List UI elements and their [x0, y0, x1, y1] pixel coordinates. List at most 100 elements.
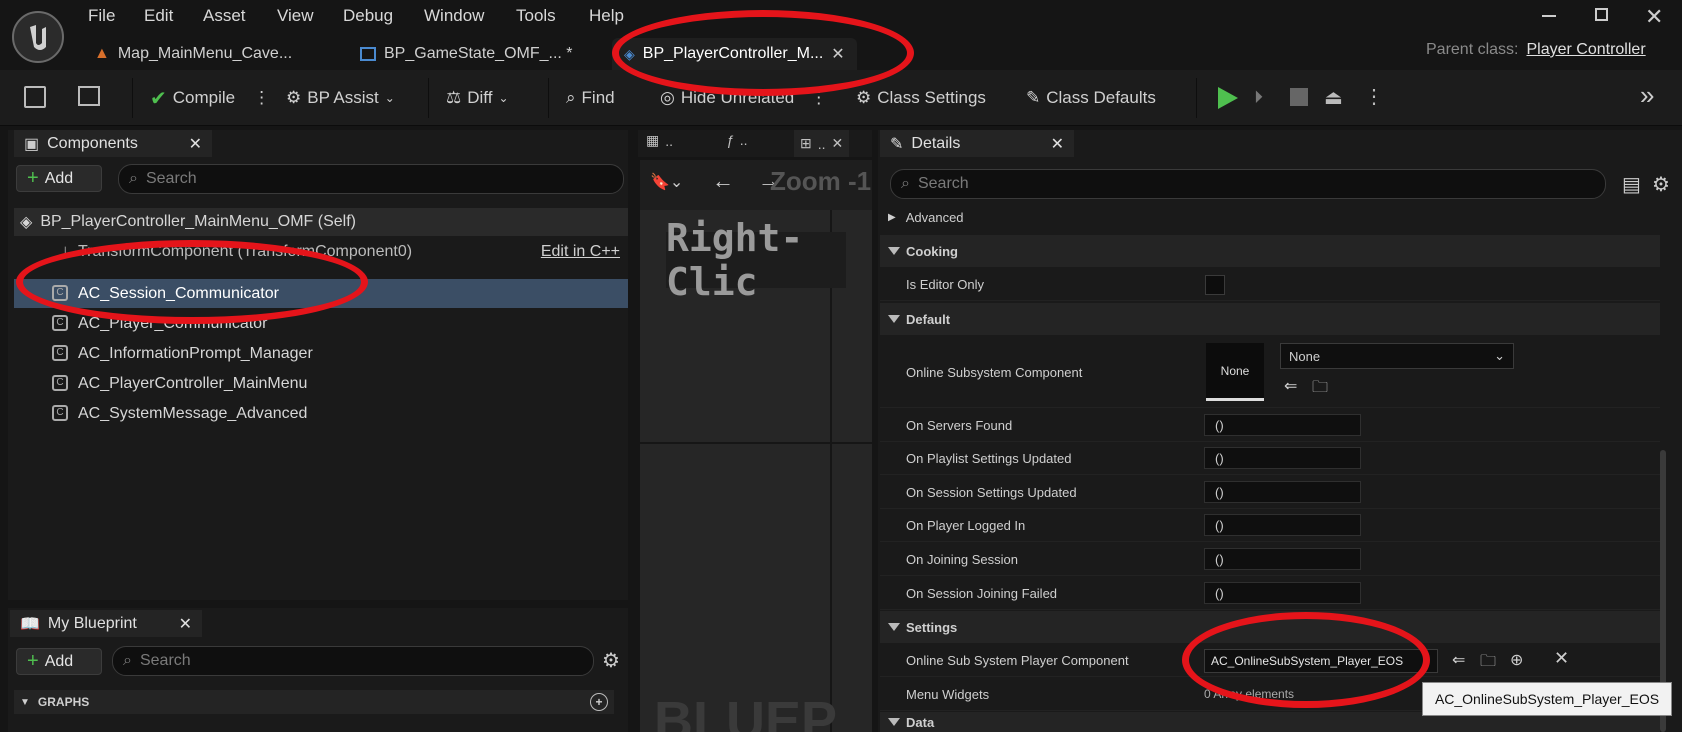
add-graph-icon[interactable]: + [590, 693, 608, 711]
my-blueprint-search-input[interactable]: ⌕ Search [112, 646, 594, 676]
play-icon[interactable] [1218, 87, 1238, 109]
triangle-down-icon [888, 623, 900, 631]
details-search-input[interactable]: ⌕ Search [890, 169, 1606, 199]
more-options-icon[interactable]: ⋮ [1364, 84, 1384, 109]
find-button[interactable]: ⌕ Find [566, 84, 615, 112]
menu-file[interactable]: File [88, 6, 115, 26]
my-blueprint-tab[interactable]: 📖 My Blueprint ✕ [10, 610, 202, 637]
on-servers-found-row: On Servers Found () [880, 409, 1660, 442]
on-session-settings-updated-row: On Session Settings Updated () [880, 476, 1660, 509]
graph-tab-3[interactable]: ⊞.. ✕ [794, 130, 850, 157]
menu-edit[interactable]: Edit [144, 6, 173, 26]
online-subsystem-combo[interactable]: None ⌄ [1280, 343, 1514, 369]
plus-icon: + [27, 650, 39, 672]
online-subsystem-component-row: Online Subsystem Component None None ⌄ ⇐… [880, 336, 1660, 408]
unreal-logo-icon[interactable] [12, 11, 64, 63]
table-view-icon[interactable]: ▤ [1622, 172, 1641, 197]
class-defaults-button[interactable]: ✎ Class Defaults [1026, 84, 1156, 112]
default-category[interactable]: Default [880, 303, 1660, 335]
edit-icon: ✎ [1026, 88, 1041, 107]
actor-component-icon: C [52, 315, 68, 331]
more-options-icon[interactable]: ⋮ [253, 88, 270, 108]
advanced-row[interactable]: ▶ Advanced [880, 204, 1660, 231]
component-item-informationprompt-manager[interactable]: C AC_InformationPrompt_Manager [14, 339, 628, 368]
add-component-button[interactable]: + Add [16, 165, 102, 192]
compile-button[interactable]: ✔ Compile ⋮ [150, 84, 270, 112]
on-joining-session-row: On Joining Session () [880, 543, 1660, 576]
tab-gamestate[interactable]: BP_GameState_OMF_... * [360, 38, 573, 70]
components-tab[interactable]: ▣ Components ✕ [14, 130, 212, 157]
close-tab-icon[interactable]: ✕ [1051, 134, 1064, 154]
menu-help[interactable]: Help [589, 6, 624, 26]
component-item-playercontroller-mainmenu[interactable]: C AC_PlayerController_MainMenu [14, 369, 628, 398]
find-icon: ⌕ [566, 88, 576, 107]
use-selected-icon[interactable]: ⇐ [1284, 376, 1297, 396]
event-graph-icon: ⊞ [800, 135, 812, 151]
gear-icon: ⚙ [286, 88, 302, 107]
cooking-category[interactable]: Cooking [880, 235, 1660, 267]
diff-button[interactable]: ⚖ Diff ⌄ [446, 84, 509, 112]
on-session-settings-updated-value[interactable]: () [1204, 481, 1361, 503]
settings-gear-icon[interactable]: ⚙ [1652, 172, 1670, 197]
edit-in-cpp-link[interactable]: Edit in C++ [541, 243, 620, 261]
asset-thumbnail[interactable]: None [1206, 343, 1264, 401]
search-icon: ⌕ [129, 170, 138, 187]
settings-gear-icon[interactable]: ⚙ [602, 648, 620, 673]
stop-icon[interactable] [1290, 88, 1308, 106]
search-icon: ⌕ [901, 175, 910, 192]
step-icon[interactable]: ⏵ [1254, 87, 1276, 109]
close-tab-icon[interactable]: ✕ [189, 134, 202, 154]
close-window-icon[interactable]: ✕ [1645, 4, 1663, 30]
clear-icon[interactable]: ✕ [1554, 648, 1569, 669]
gear-icon: ⚙ [856, 88, 872, 107]
add-icon[interactable]: ⊕ [1510, 650, 1523, 670]
menu-tools[interactable]: Tools [516, 6, 556, 26]
on-player-logged-in-value[interactable]: () [1204, 514, 1361, 536]
parent-class: Parent class: Player Controller [1426, 41, 1646, 59]
back-arrow-icon[interactable]: ← [712, 168, 734, 194]
compile-check-icon: ✔ [150, 87, 167, 110]
details-tab[interactable]: ✎ Details ✕ [880, 130, 1074, 157]
parent-class-link[interactable]: Player Controller [1526, 41, 1645, 59]
maximize-icon[interactable] [1595, 8, 1608, 21]
use-selected-icon[interactable]: ⇐ [1452, 650, 1465, 670]
component-item-systemmessage-advanced[interactable]: C AC_SystemMessage_Advanced [14, 399, 628, 428]
on-session-joining-failed-value[interactable]: () [1204, 582, 1361, 604]
diff-icon: ⚖ [446, 88, 462, 107]
blueprint-graph-icon [360, 47, 376, 61]
red-annotation-tab [612, 10, 914, 96]
on-playlist-settings-updated-value[interactable]: () [1204, 447, 1361, 469]
is-editor-only-checkbox[interactable] [1205, 275, 1225, 295]
graph-tab-2[interactable]: ƒ.. [726, 132, 748, 148]
close-tab-icon[interactable]: ✕ [832, 135, 844, 152]
save-icon[interactable] [24, 86, 46, 108]
components-search-input[interactable]: ⌕ Search [118, 164, 624, 194]
on-servers-found-value[interactable]: () [1204, 414, 1361, 436]
browse-asset-icon[interactable]: 🗀 [1312, 376, 1328, 403]
graph-tab-1[interactable]: ▦.. [646, 132, 673, 149]
graphs-category[interactable]: ▼ GRAPHS + [14, 690, 614, 714]
menu-asset[interactable]: Asset [203, 6, 246, 26]
graph-hint-text: Right-Clic [666, 216, 846, 304]
close-tab-icon[interactable]: ✕ [179, 614, 192, 634]
self-component-row[interactable]: ◈ BP_PlayerController_MainMenu_OMF (Self… [14, 208, 628, 236]
expand-toolbar-icon[interactable]: » [1640, 80, 1654, 111]
menu-view[interactable]: View [277, 6, 314, 26]
triangle-down-icon [888, 315, 900, 323]
eject-icon[interactable]: ⏏ [1324, 85, 1343, 110]
menu-window[interactable]: Window [424, 6, 484, 26]
minimize-icon[interactable] [1542, 15, 1556, 17]
menu-debug[interactable]: Debug [343, 6, 393, 26]
bookmark-icon[interactable]: 🔖⌄ [650, 172, 683, 192]
gamepad-icon: ◈ [20, 214, 33, 231]
bp-assist-button[interactable]: ⚙ BP Assist ⌄ [286, 84, 395, 112]
graph-canvas[interactable]: 🔖⌄ ← → Zoom -1 Right-Clic BLUEP [640, 160, 872, 732]
on-joining-session-value[interactable]: () [1204, 548, 1361, 570]
tab-map-mainmenu[interactable]: ▲ Map_MainMenu_Cave... [94, 38, 292, 70]
add-blueprint-item-button[interactable]: + Add [16, 648, 102, 675]
triangle-down-icon [888, 718, 900, 726]
browse-asset-icon[interactable]: 🗀 [1480, 650, 1496, 677]
browse-icon[interactable] [78, 86, 100, 106]
red-annotation-component [16, 240, 368, 324]
class-settings-button[interactable]: ⚙ Class Settings [856, 84, 986, 112]
